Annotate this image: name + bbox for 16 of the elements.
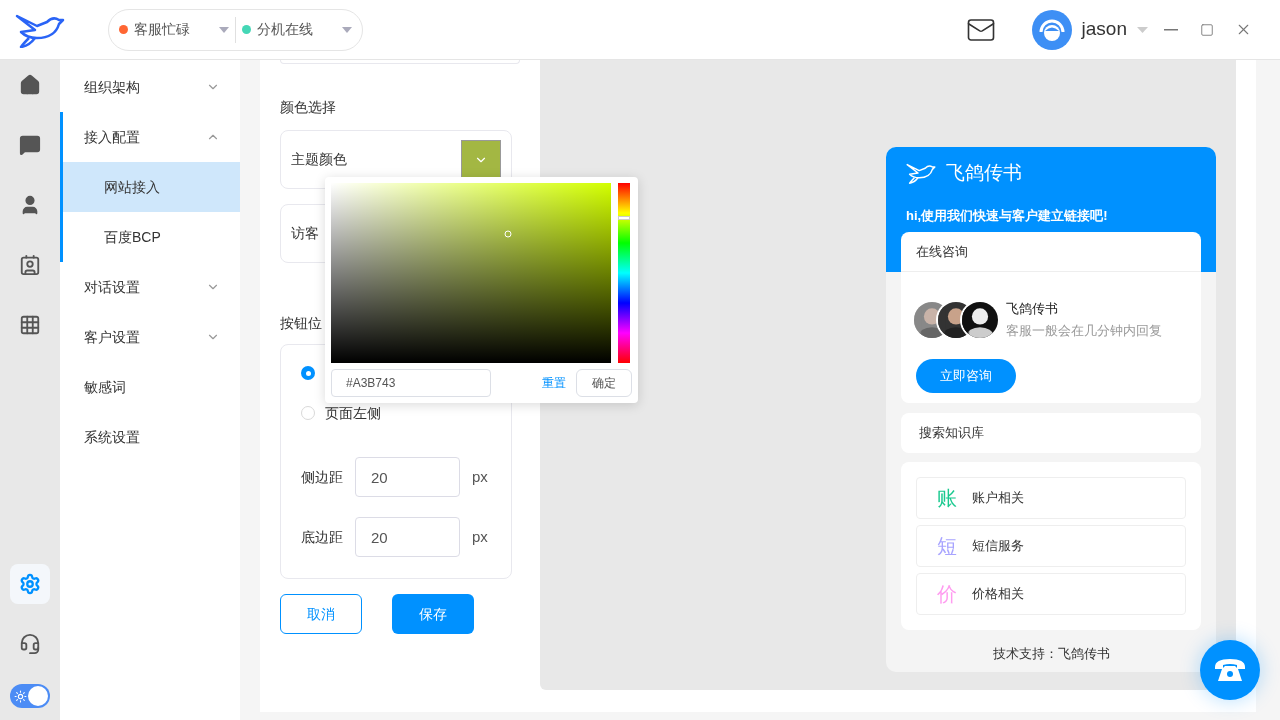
field-label: 侧边距: [301, 467, 344, 487]
topic-glyph: 价: [937, 582, 957, 607]
greeting-text: hi,使用我们快速与客户建立链接吧!: [906, 206, 1109, 225]
footer-text: 技术支持：飞鸽传书: [991, 645, 1111, 663]
unit-label: px: [472, 526, 488, 547]
topic-glyph: 短: [937, 534, 957, 559]
section-label: 颜色选择: [280, 98, 337, 117]
topic-glyph: 账: [937, 486, 957, 511]
field-label: 主题颜色: [291, 150, 348, 169]
brand-name: 飞鸽传书: [946, 161, 1022, 185]
field-label: 访客: [291, 224, 319, 243]
card-title: 在线咨询: [901, 232, 1201, 272]
section-label: 按钮位: [280, 314, 323, 333]
agent-name: 飞鸽传书: [1006, 300, 1059, 318]
field-label: 底边距: [301, 527, 344, 547]
unit-label: px: [472, 466, 488, 487]
